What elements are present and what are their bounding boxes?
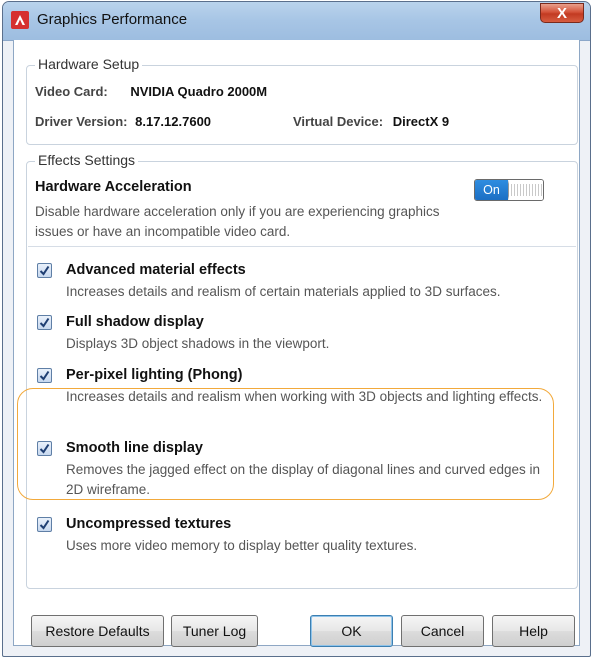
option-title: Per-pixel lighting (Phong) [66,367,243,383]
close-button[interactable]: X [540,3,584,23]
video-card-value: NVIDIA Quadro 2000M [130,84,268,99]
option-title: Uncompressed textures [66,516,232,532]
hardware-setup-group: Hardware Setup Video Card: NVIDIA Quadro… [26,56,578,145]
tuner-log-button[interactable]: Tuner Log [171,615,258,647]
per-pixel-lighting-checkbox[interactable] [37,368,52,383]
checkmark-icon [39,519,50,530]
video-card-row: Video Card: NVIDIA Quadro 2000M [35,84,267,99]
option-full-shadow-display[interactable]: Full shadow display Displays 3D object s… [37,314,562,358]
help-button[interactable]: Help [492,615,575,647]
virtual-device-row: Virtual Device: DirectX 9 [293,114,449,129]
dialog-body: Hardware Setup Video Card: NVIDIA Quadro… [13,40,580,647]
checkmark-icon [39,370,50,381]
option-advanced-material-effects[interactable]: Advanced material effects Increases deta… [37,262,562,306]
video-card-label: Video Card: [35,84,108,99]
toggle-off-track [508,180,543,200]
title-bar[interactable]: Graphics Performance X [3,2,590,41]
autocad-logo-icon [11,11,29,29]
checkmark-icon [39,317,50,328]
option-uncompressed-textures[interactable]: Uncompressed textures Uses more video me… [37,516,562,560]
virtual-device-value: DirectX 9 [392,114,450,129]
toggle-on-label: On [475,180,508,200]
effects-settings-group: Effects Settings Hardware Acceleration O… [26,152,578,589]
hardware-acceleration-toggle[interactable]: On [474,179,544,201]
option-description: Uses more video memory to display better… [66,538,418,553]
hardware-acceleration-description: Disable hardware acceleration only if yo… [35,204,440,239]
uncompressed-textures-checkbox[interactable] [37,517,52,532]
advanced-material-effects-checkbox[interactable] [37,263,52,278]
driver-version-label: Driver Version: [35,114,128,129]
effects-settings-legend: Effects Settings [35,152,139,168]
full-shadow-display-checkbox[interactable] [37,315,52,330]
option-title: Advanced material effects [66,262,246,278]
hardware-acceleration-title: Hardware Acceleration [35,179,192,195]
cancel-button[interactable]: Cancel [401,615,484,647]
option-title: Full shadow display [66,314,204,330]
section-divider [28,246,576,247]
option-description: Displays 3D object shadows in the viewpo… [66,336,330,351]
smooth-line-highlight-outline [17,388,554,500]
driver-version-value: 8.17.12.7600 [135,114,212,129]
window-title: Graphics Performance [37,11,188,28]
driver-version-row: Driver Version: 8.17.12.7600 [35,114,211,129]
graphics-performance-dialog: Graphics Performance X Hardware Setup Vi… [2,1,591,657]
ok-button[interactable]: OK [310,615,393,647]
option-description: Increases details and realism of certain… [66,284,501,299]
virtual-device-label: Virtual Device: [293,114,384,129]
checkmark-icon [39,265,50,276]
restore-defaults-button[interactable]: Restore Defaults [31,615,164,647]
hardware-setup-legend: Hardware Setup [35,56,143,72]
close-icon: X [556,4,567,22]
